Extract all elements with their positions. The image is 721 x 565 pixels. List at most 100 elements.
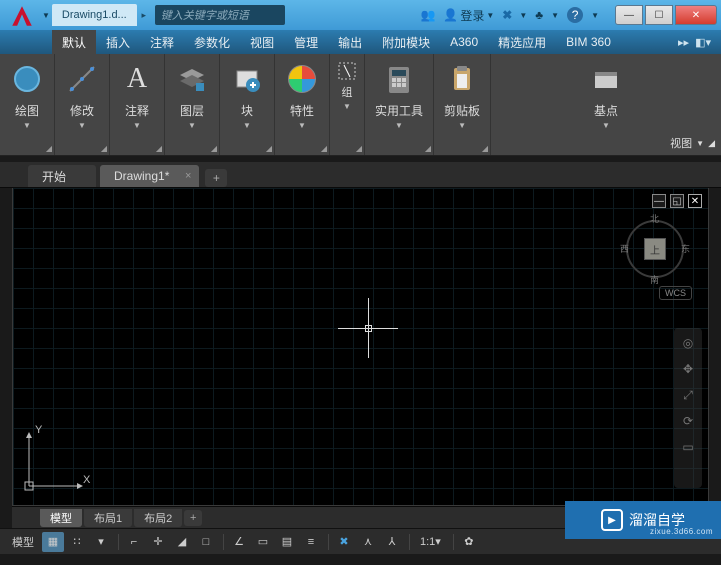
- tab-addins[interactable]: 附加模块: [372, 30, 440, 54]
- properties-icon[interactable]: [285, 62, 319, 96]
- status-annoscale-icon[interactable]: ⅄: [381, 532, 403, 552]
- panel-expand-icon[interactable]: ◢: [46, 144, 52, 153]
- file-tab-dropdown-icon[interactable]: ▸: [137, 10, 151, 21]
- viewport-minimize-icon[interactable]: —: [652, 194, 666, 208]
- status-annomonitor-icon[interactable]: ⋏: [357, 532, 379, 552]
- panel-basepoint-label: 基点: [594, 102, 618, 119]
- signin-button[interactable]: 👤 登录 ▼: [443, 7, 494, 24]
- app-menu-dropdown-icon[interactable]: ▼: [42, 11, 50, 20]
- layout-add-button[interactable]: +: [184, 510, 202, 526]
- viewport-maximize-icon[interactable]: ◱: [670, 194, 684, 208]
- status-transparency-icon[interactable]: ▤: [276, 532, 298, 552]
- layout-tab-model[interactable]: 模型: [40, 509, 82, 527]
- help-icon[interactable]: ?: [567, 7, 583, 23]
- panel-layers-dropdown-icon[interactable]: ▼: [188, 121, 196, 130]
- panel-clipboard-dropdown-icon[interactable]: ▼: [458, 121, 466, 130]
- panel-block-dropdown-icon[interactable]: ▼: [243, 121, 251, 130]
- layers-icon[interactable]: [175, 62, 209, 96]
- layout-tab-2[interactable]: 布局2: [134, 509, 182, 527]
- ribbon-minimize-icon[interactable]: ◧▾: [695, 36, 711, 49]
- app-logo-icon[interactable]: [8, 3, 36, 29]
- doc-tab-start[interactable]: 开始: [28, 165, 96, 187]
- exchange-dropdown-icon[interactable]: ▼: [519, 11, 527, 20]
- file-tab[interactable]: Drawing1.d...: [52, 4, 137, 26]
- wcs-label[interactable]: WCS: [659, 286, 692, 300]
- status-ortho-icon[interactable]: ⌐: [123, 532, 145, 552]
- panel-expand-icon[interactable]: ◢: [211, 144, 217, 153]
- infocenter-icon[interactable]: 👥: [420, 8, 435, 22]
- panel-expand-icon[interactable]: ◢: [101, 144, 107, 153]
- panel-draw-dropdown-icon[interactable]: ▼: [23, 121, 31, 130]
- tab-insert[interactable]: 插入: [96, 30, 140, 54]
- search-input[interactable]: 键入关键字或短语: [155, 5, 285, 25]
- exchange-icon[interactable]: ✖: [502, 8, 511, 22]
- tab-a360[interactable]: A360: [440, 30, 488, 54]
- viewcube[interactable]: 上 北 南 西 东: [620, 214, 690, 284]
- panel-group-dropdown-icon[interactable]: ▼: [343, 102, 351, 111]
- nav-zoom-icon[interactable]: ⤢: [679, 386, 697, 404]
- text-icon[interactable]: A: [120, 62, 154, 96]
- status-grid-icon[interactable]: ▦: [42, 532, 64, 552]
- new-tab-button[interactable]: +: [205, 169, 227, 187]
- ribbon-overflow-icon[interactable]: ▸▸: [678, 36, 689, 49]
- panel-expand-icon[interactable]: ◢: [425, 144, 431, 153]
- tab-featured[interactable]: 精选应用: [488, 30, 556, 54]
- watermark: ▶ 溜溜自学 zixue.3d66.com: [565, 501, 721, 539]
- move-icon[interactable]: [65, 62, 99, 96]
- status-snapmode-icon[interactable]: ∷: [66, 532, 88, 552]
- layout-tab-1[interactable]: 布局1: [84, 509, 132, 527]
- a360-dropdown-icon[interactable]: ▼: [551, 11, 559, 20]
- panel-expand-icon[interactable]: ◢: [482, 144, 488, 153]
- drawing-canvas[interactable]: — ◱ ✕ 上 北 南 西 东 WCS ◎ ✥ ⤢ ⟳ ▭ Y X: [12, 188, 709, 506]
- nav-showmotion-icon[interactable]: ▭: [679, 438, 697, 456]
- group-icon[interactable]: [336, 60, 358, 82]
- status-gear-icon[interactable]: ✿: [458, 532, 480, 552]
- status-cycling-icon[interactable]: ✖: [333, 532, 355, 552]
- tab-annotate[interactable]: 注释: [140, 30, 184, 54]
- block-icon[interactable]: [230, 62, 264, 96]
- a360-icon[interactable]: ♣: [535, 8, 543, 22]
- basepoint-icon[interactable]: [589, 62, 623, 96]
- panel-modify-dropdown-icon[interactable]: ▼: [78, 121, 86, 130]
- minimize-button[interactable]: —: [615, 5, 643, 25]
- panel-utilities-dropdown-icon[interactable]: ▼: [395, 121, 403, 130]
- maximize-button[interactable]: ☐: [645, 5, 673, 25]
- status-osnap-icon[interactable]: □: [195, 532, 217, 552]
- tab-parametric[interactable]: 参数化: [184, 30, 240, 54]
- clipboard-icon[interactable]: [445, 62, 479, 96]
- tab-view[interactable]: 视图: [240, 30, 284, 54]
- circle-icon[interactable]: [10, 62, 44, 96]
- viewcube-face-top[interactable]: 上: [644, 238, 666, 260]
- panel-clipboard: 剪贴板 ▼ ◢: [434, 54, 491, 155]
- viewport-close-icon[interactable]: ✕: [688, 194, 702, 208]
- panel-properties-dropdown-icon[interactable]: ▼: [298, 121, 306, 130]
- panel-expand-icon[interactable]: ◢: [356, 144, 362, 153]
- help-dropdown-icon[interactable]: ▼: [591, 11, 599, 20]
- nav-pan-icon[interactable]: ✥: [679, 360, 697, 378]
- panel-expand-icon[interactable]: ◢: [266, 144, 272, 153]
- calculator-icon[interactable]: [382, 62, 416, 96]
- status-model-button[interactable]: 模型: [6, 532, 40, 552]
- panel-expand-icon[interactable]: ◢: [321, 144, 327, 153]
- close-button[interactable]: ✕: [675, 5, 717, 25]
- tab-manage[interactable]: 管理: [284, 30, 328, 54]
- tab-output[interactable]: 输出: [328, 30, 372, 54]
- tab-default[interactable]: 默认: [52, 30, 96, 54]
- tab-bim360[interactable]: BIM 360: [556, 30, 621, 54]
- doc-tab-drawing1[interactable]: Drawing1* ×: [100, 165, 199, 187]
- status-scale-button[interactable]: 1:1 ▾: [414, 532, 447, 552]
- panel-basepoint-dropdown-icon[interactable]: ▼: [602, 121, 610, 130]
- nav-wheel-icon[interactable]: ◎: [679, 334, 697, 352]
- status-lineweight-icon[interactable]: ▭: [252, 532, 274, 552]
- view-panel-expand-icon[interactable]: ◢: [708, 138, 715, 149]
- panel-annotation-dropdown-icon[interactable]: ▼: [133, 121, 141, 130]
- status-polar-icon[interactable]: ✛: [147, 532, 169, 552]
- view-panel-dropdown-icon[interactable]: ▼: [696, 139, 704, 148]
- nav-orbit-icon[interactable]: ⟳: [679, 412, 697, 430]
- panel-expand-icon[interactable]: ◢: [156, 144, 162, 153]
- tab-close-icon[interactable]: ×: [185, 170, 191, 182]
- status-isodraft-icon[interactable]: ◢: [171, 532, 193, 552]
- status-history-icon[interactable]: ≡: [300, 532, 322, 552]
- status-otrack-icon[interactable]: ∠: [228, 532, 250, 552]
- status-more-icon[interactable]: ▾: [90, 532, 112, 552]
